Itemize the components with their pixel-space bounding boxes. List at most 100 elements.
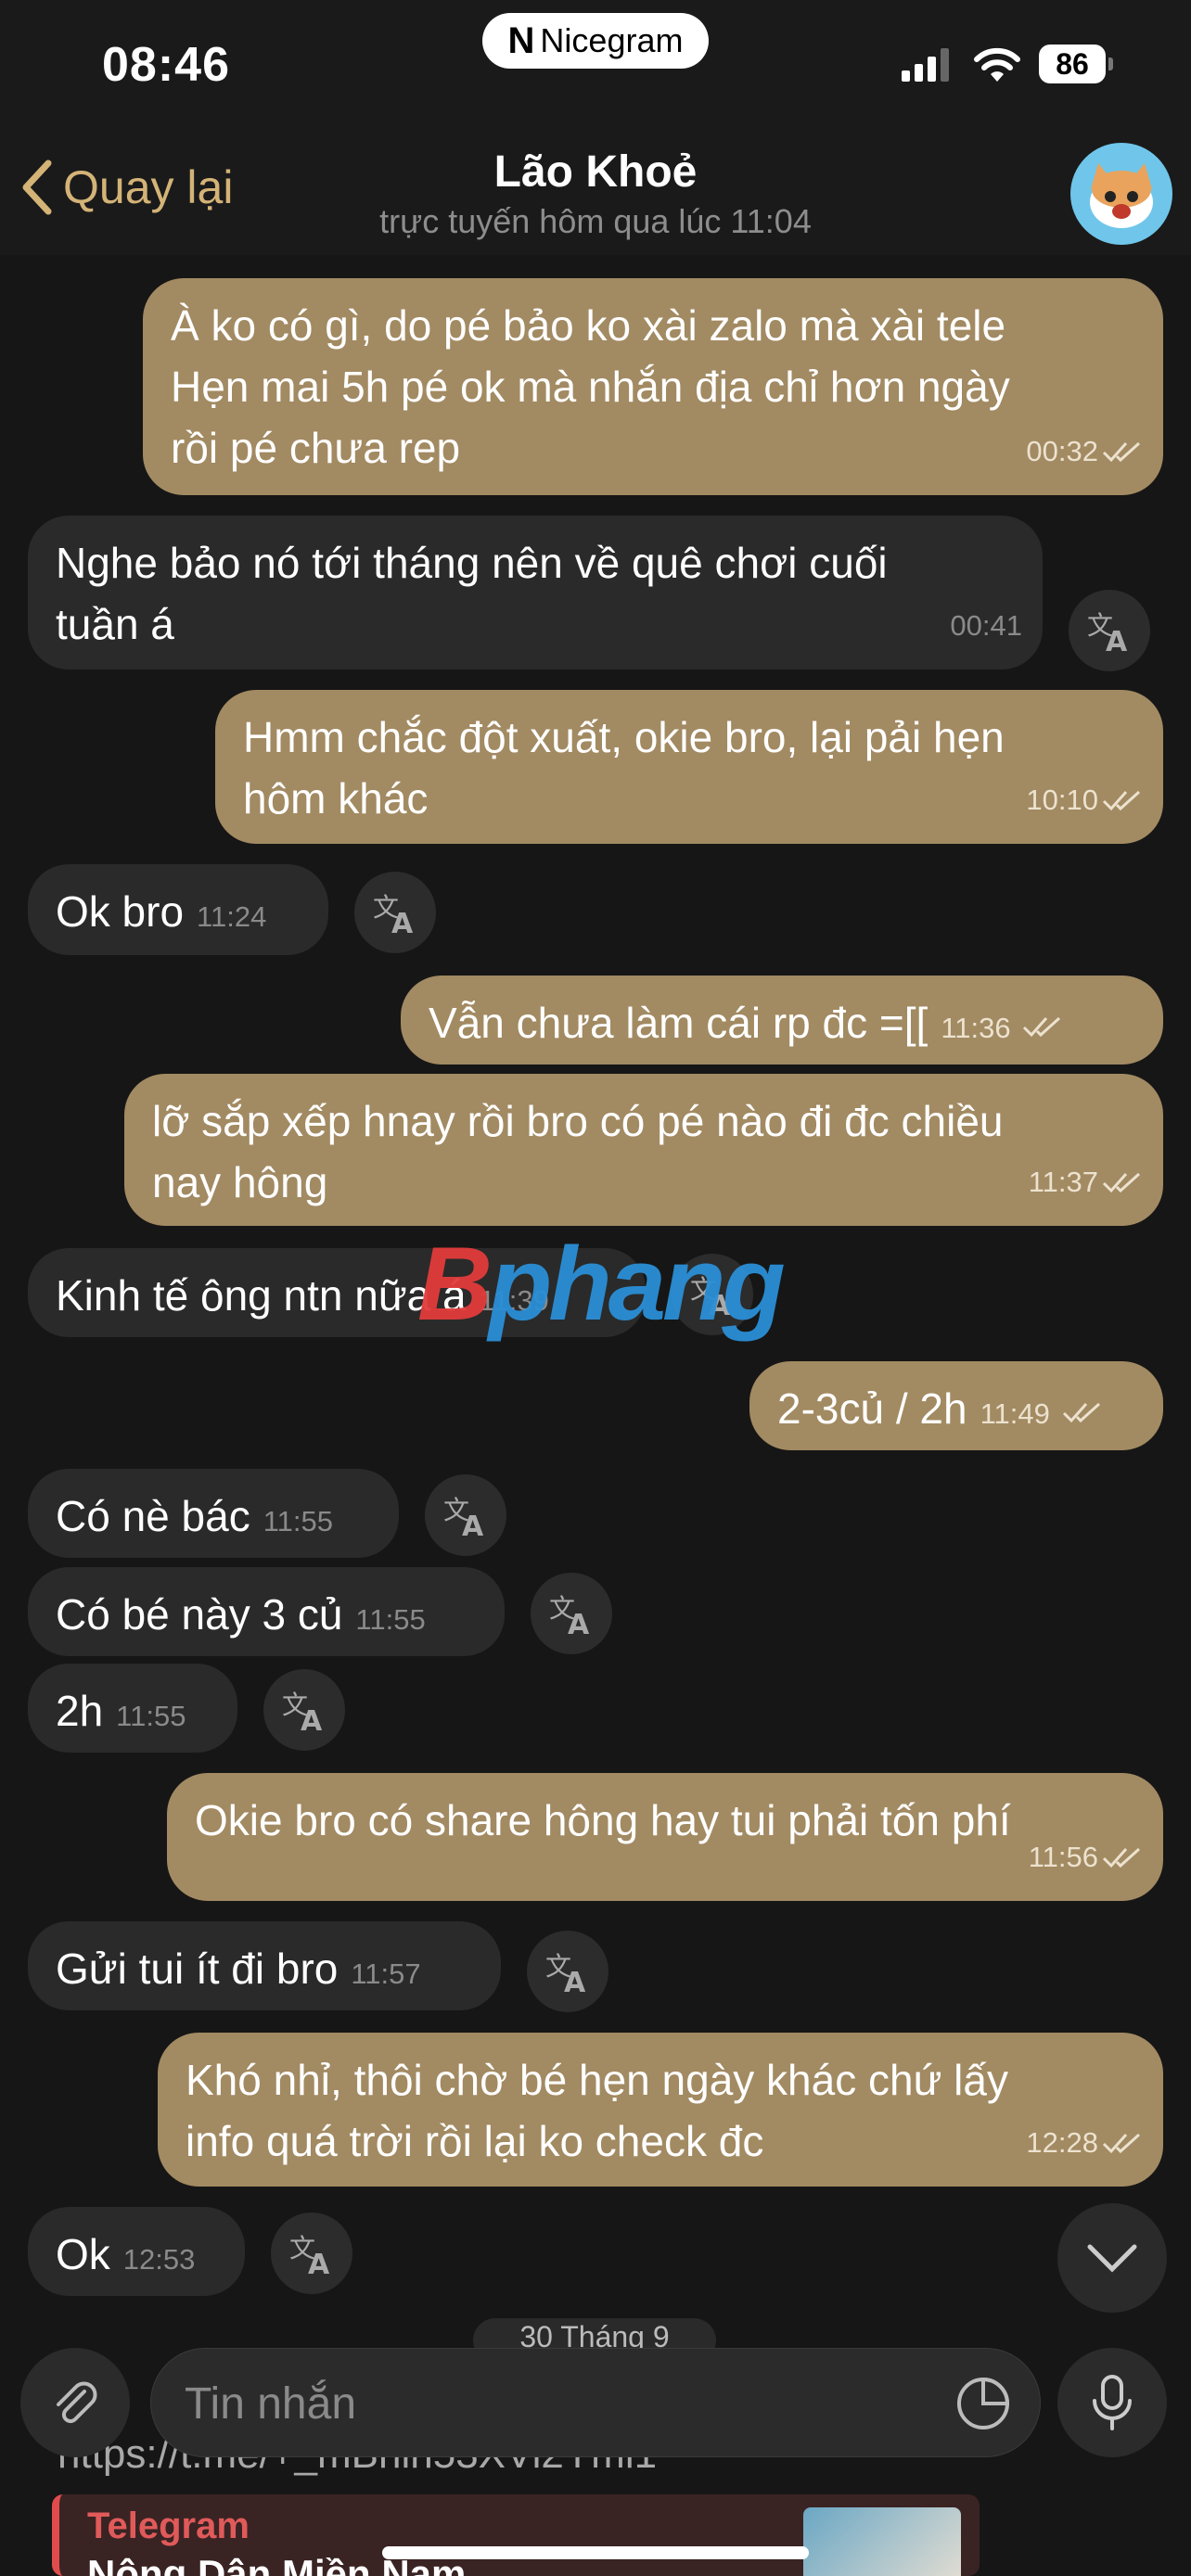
message-outgoing[interactable]: À ko có gì, do pé bảo ko xài zalo mà xài… [143, 278, 1163, 495]
read-check-icon [1102, 2133, 1141, 2154]
chat-subtitle: trực tuyến hôm qua lúc 11:04 [379, 202, 812, 240]
message-time: 12:53 [122, 2243, 196, 2276]
message-time: 00:32 [1026, 435, 1098, 467]
svg-text:A: A [391, 908, 414, 937]
chat-header: Quay lại Lão Khoẻ trực tuyến hôm qua lúc… [0, 130, 1191, 255]
message-text: info quá trời rồi lại ko check đc [186, 2117, 764, 2165]
app-pill-label: Nicegram [540, 21, 684, 59]
message-outgoing[interactable]: Hmm chắc đột xuất, okie bro, lại pải hẹn… [215, 690, 1163, 844]
link-preview-thumbnail [803, 2507, 961, 2576]
message-text: Ok [56, 2230, 110, 2278]
message-text: Có bé này 3 củ [56, 1590, 343, 1639]
message-outgoing[interactable]: lỡ sắp xếp hnay rồi bro có pé nào đi đc … [124, 1074, 1163, 1226]
svg-text:A: A [308, 2249, 330, 2277]
chat-title[interactable]: Lão Khoẻ [0, 147, 1191, 198]
read-check-icon [1023, 1016, 1061, 1038]
message-text: Khó nhỉ, thôi chờ bé hẹn ngày khác chứ l… [186, 2056, 1008, 2104]
message-outgoing[interactable]: Khó nhỉ, thôi chờ bé hẹn ngày khác chứ l… [158, 2033, 1163, 2187]
message-input[interactable]: Tin nhắn [150, 2348, 1041, 2457]
message-text: Hẹn mai 5h pé ok mà nhắn địa chỉ hơn ngà… [171, 363, 1010, 411]
signal-icon [902, 48, 949, 82]
scroll-to-bottom-button[interactable] [1057, 2203, 1167, 2313]
message-time: 11:49 [980, 1397, 1050, 1430]
message-incoming[interactable]: Gửi tui ít đi bro 11:57 [28, 1921, 501, 2010]
message-text: hôm khác [243, 774, 429, 823]
translate-button[interactable]: 文A [1069, 590, 1150, 671]
mic-icon [1093, 2375, 1132, 2430]
attach-icon [57, 2381, 97, 2424]
translate-icon: 文A [1087, 610, 1128, 655]
message-time: 11:55 [263, 1505, 333, 1537]
message-outgoing[interactable]: Okie bro có share hông hay tui phải tốn … [167, 1773, 1163, 1901]
svg-text:A: A [1106, 626, 1128, 655]
message-time: 10:10 [1026, 784, 1098, 816]
message-incoming[interactable]: Có bé này 3 củ 11:55 [28, 1567, 505, 1656]
read-check-icon [1062, 1402, 1100, 1423]
message-time: 00:41 [950, 609, 1022, 642]
status-time: 08:46 [102, 38, 230, 92]
attach-button[interactable] [20, 2348, 130, 2457]
svg-text:A: A [564, 1967, 586, 1996]
translate-button[interactable]: 文A [531, 1573, 612, 1654]
read-check-icon [1102, 441, 1141, 463]
message-incoming[interactable]: Ok 12:53 [28, 2207, 245, 2296]
message-outgoing[interactable]: Vẫn chưa làm cái rp đc =[[ 11:36 [401, 976, 1163, 1065]
voice-record-button[interactable] [1057, 2348, 1167, 2457]
message-time: 11:56 [1028, 1841, 1098, 1873]
sticker-icon[interactable] [954, 2375, 1012, 2432]
translate-button[interactable]: 文A [425, 1474, 506, 1556]
cat-avatar-icon [1090, 163, 1153, 228]
translate-icon: 文A [282, 1690, 323, 1734]
translate-icon: 文A [545, 1951, 586, 1996]
read-check-icon [1102, 1172, 1141, 1193]
nicegram-logo-icon: N [507, 19, 535, 61]
message-text: Kinh tế ông ntn nữa á [56, 1271, 467, 1320]
message-time: 11:55 [116, 1700, 186, 1732]
message-text: tuần á [56, 600, 174, 648]
app-pill: N Nicegram [482, 13, 709, 69]
message-time: 11:57 [351, 1958, 421, 1990]
wifi-icon [974, 47, 1020, 82]
message-composer: Tin nhắn [0, 2337, 1191, 2467]
message-input-placeholder: Tin nhắn [185, 2379, 357, 2429]
message-text: Nghe bảo nó tới tháng nên về quê chơi cu… [56, 539, 888, 587]
link-preview-site: Telegram [87, 2506, 250, 2546]
message-text: Okie bro có share hông hay tui phải tốn … [195, 1796, 1011, 1844]
svg-text:A: A [301, 1705, 323, 1734]
link-preview-card[interactable]: Telegram Nông Dân Miền Nam [52, 2494, 980, 2576]
message-text: lỡ sắp xếp hnay rồi bro có pé nào đi đc … [152, 1097, 1004, 1145]
translate-icon: 文A [443, 1495, 484, 1539]
message-text: Hmm chắc đột xuất, okie bro, lại pải hẹn [243, 713, 1005, 761]
svg-text:A: A [462, 1511, 484, 1539]
message-time: 12:28 [1026, 2126, 1098, 2159]
battery-indicator: 86 [1039, 45, 1113, 83]
translate-button[interactable]: 文A [271, 2213, 352, 2294]
message-incoming[interactable]: Có nè bác 11:55 [28, 1469, 399, 1558]
svg-text:A: A [568, 1609, 590, 1638]
message-text: Gửi tui ít đi bro [56, 1945, 339, 1993]
translate-button[interactable]: 文A [354, 872, 436, 953]
home-indicator [382, 2546, 809, 2559]
message-text: Có nè bác [56, 1492, 250, 1540]
status-bar: 08:46 N Nicegram 86 [0, 0, 1191, 130]
message-outgoing[interactable]: 2-3củ / 2h 11:49 [749, 1361, 1163, 1450]
message-text: 2-3củ / 2h [777, 1384, 967, 1433]
translate-button[interactable]: 文A [527, 1931, 608, 2012]
message-incoming[interactable]: Nghe bảo nó tới tháng nên về quê chơi cu… [28, 516, 1043, 670]
message-text: À ko có gì, do pé bảo ko xài zalo mà xài… [171, 301, 1006, 350]
read-check-icon [1102, 1847, 1141, 1868]
message-text: Ok bro [56, 887, 185, 936]
message-text: rồi pé chưa rep [171, 424, 461, 472]
message-time: 11:36 [941, 1012, 1011, 1044]
translate-icon: 文A [289, 2233, 330, 2277]
message-text: Vẫn chưa làm cái rp đc =[[ [429, 999, 928, 1047]
message-incoming[interactable]: Ok bro 11:24 [28, 864, 328, 955]
message-time: 11:24 [197, 900, 267, 933]
avatar[interactable] [1070, 143, 1172, 245]
message-text: nay hông [152, 1158, 328, 1206]
message-time: 11:55 [355, 1603, 426, 1636]
translate-icon: 文A [373, 892, 414, 937]
watermark-logo: Bphang [417, 1226, 786, 1342]
message-incoming[interactable]: 2h 11:55 [28, 1664, 237, 1753]
translate-button[interactable]: 文A [263, 1669, 345, 1751]
